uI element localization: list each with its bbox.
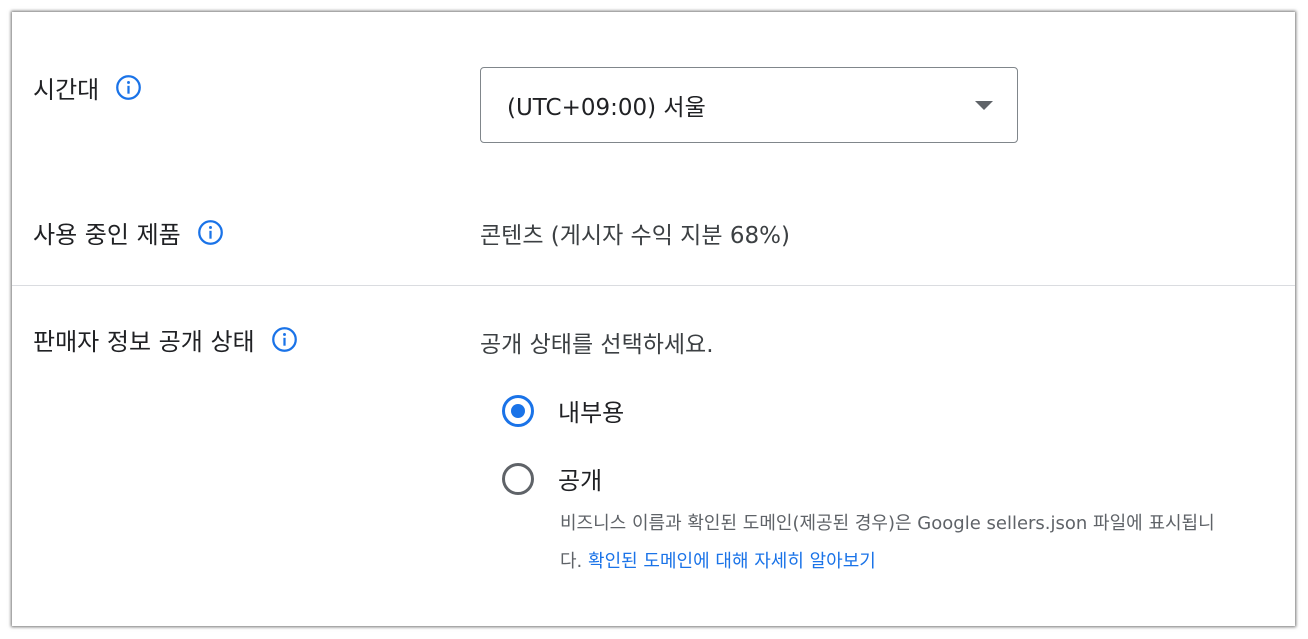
timezone-select[interactable]: (UTC+09:00) 서울	[480, 67, 1018, 143]
radio-option-internal[interactable]: 내부용	[502, 393, 624, 428]
visibility-help-text: 비즈니스 이름과 확인된 도메인(제공된 경우)은 Google sellers…	[560, 505, 1220, 581]
product-label: 사용 중인 제품	[33, 221, 181, 249]
info-icon[interactable]	[197, 219, 224, 246]
radio-button-selected[interactable]	[502, 394, 534, 427]
section-divider	[12, 285, 1295, 286]
settings-panel: 시간대 (UTC+09:00) 서울 사용 중인 제품 콘텐츠 (게시자 수익 …	[12, 12, 1295, 626]
learn-more-link[interactable]: 확인된 도메인에 대해 자세히 알아보기	[588, 551, 876, 572]
chevron-down-icon	[975, 101, 993, 110]
radio-button-unselected[interactable]	[502, 462, 534, 495]
seller-visibility-label: 판매자 정보 공개 상태	[33, 328, 255, 356]
product-value: 콘텐츠 (게시자 수익 지분 68%)	[480, 223, 790, 249]
radio-label-public: 공개	[558, 467, 603, 495]
timezone-row-label: 시간대	[33, 70, 142, 105]
timezone-label: 시간대	[33, 76, 100, 104]
visibility-prompt: 공개 상태를 선택하세요.	[480, 332, 714, 358]
info-icon[interactable]	[115, 74, 142, 101]
timezone-selected-value: (UTC+09:00) 서울	[507, 95, 706, 121]
radio-label-internal: 내부용	[558, 399, 625, 427]
radio-option-public[interactable]: 공개	[502, 461, 602, 496]
product-row-label: 사용 중인 제품	[33, 215, 224, 250]
seller-visibility-row-label: 판매자 정보 공개 상태	[33, 322, 298, 357]
info-icon[interactable]	[271, 326, 298, 353]
